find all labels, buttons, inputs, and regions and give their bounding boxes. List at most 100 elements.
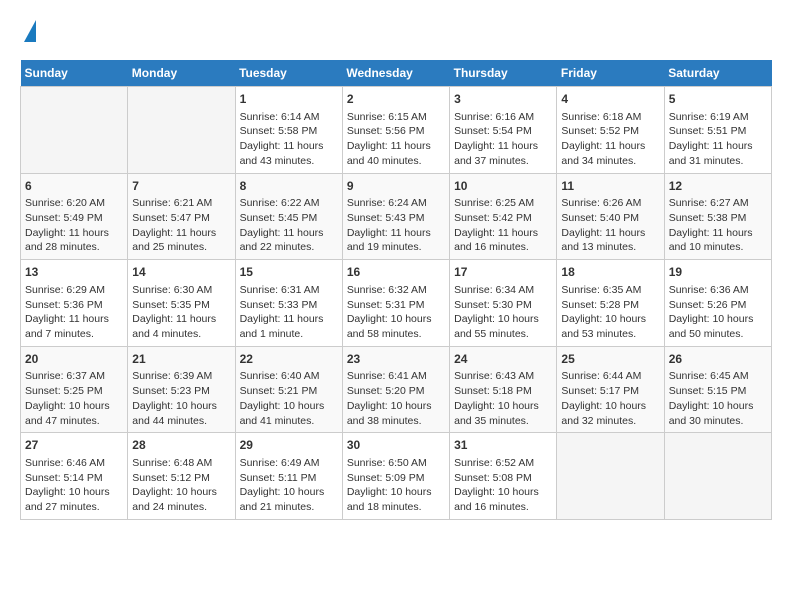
day-number: 17 [454, 264, 552, 281]
day-info: Sunrise: 6:35 AM Sunset: 5:28 PM Dayligh… [561, 283, 659, 342]
day-info: Sunrise: 6:24 AM Sunset: 5:43 PM Dayligh… [347, 196, 445, 255]
day-number: 30 [347, 437, 445, 454]
day-number: 7 [132, 178, 230, 195]
calendar-cell: 1 Sunrise: 6:14 AM Sunset: 5:58 PM Daylig… [235, 87, 342, 174]
day-number: 12 [669, 178, 767, 195]
day-number: 29 [240, 437, 338, 454]
day-number: 13 [25, 264, 123, 281]
calendar-cell: 20Sunrise: 6:37 AM Sunset: 5:25 PM Dayli… [21, 346, 128, 433]
day-info: Sunrise: 6:40 AM Sunset: 5:21 PM Dayligh… [240, 369, 338, 428]
day-info: Sunrise: 6:45 AM Sunset: 5:15 PM Dayligh… [669, 369, 767, 428]
calendar-table: SundayMondayTuesdayWednesdayThursdayFrid… [20, 60, 772, 520]
calendar-cell: 26Sunrise: 6:45 AM Sunset: 5:15 PM Dayli… [664, 346, 771, 433]
calendar-cell: 2 Sunrise: 6:15 AM Sunset: 5:56 PM Daylig… [342, 87, 449, 174]
day-number: 22 [240, 351, 338, 368]
day-number: 25 [561, 351, 659, 368]
calendar-cell: 31 Sunrise: 6:52 AM Sunset: 5:08 PM Dayli… [450, 433, 557, 520]
calendar-cell: 4 Sunrise: 6:18 AM Sunset: 5:52 PM Daylig… [557, 87, 664, 174]
day-info: Sunrise: 6:14 AM Sunset: 5:58 PM Dayligh… [240, 110, 338, 169]
day-number: 19 [669, 264, 767, 281]
calendar-cell: 24Sunrise: 6:43 AM Sunset: 5:18 PM Dayli… [450, 346, 557, 433]
day-info: Sunrise: 6:39 AM Sunset: 5:23 PM Dayligh… [132, 369, 230, 428]
page-header [20, 20, 772, 44]
day-info: Sunrise: 6:32 AM Sunset: 5:31 PM Dayligh… [347, 283, 445, 342]
day-number: 14 [132, 264, 230, 281]
calendar-cell: 10Sunrise: 6:25 AM Sunset: 5:42 PM Dayli… [450, 173, 557, 260]
calendar-cell: 25Sunrise: 6:44 AM Sunset: 5:17 PM Dayli… [557, 346, 664, 433]
logo-icon [24, 20, 36, 42]
day-number: 2 [347, 91, 445, 108]
day-number: 3 [454, 91, 552, 108]
calendar-cell: 23Sunrise: 6:41 AM Sunset: 5:20 PM Dayli… [342, 346, 449, 433]
day-number: 15 [240, 264, 338, 281]
calendar-cell: 28 Sunrise: 6:48 AM Sunset: 5:12 PM Dayli… [128, 433, 235, 520]
calendar-cell: 13 Sunrise: 6:29 AM Sunset: 5:36 PM Dayli… [21, 260, 128, 347]
day-number: 4 [561, 91, 659, 108]
day-info: Sunrise: 6:22 AM Sunset: 5:45 PM Dayligh… [240, 196, 338, 255]
calendar-cell: 14 Sunrise: 6:30 AM Sunset: 5:35 PM Dayli… [128, 260, 235, 347]
calendar-cell: 11Sunrise: 6:26 AM Sunset: 5:40 PM Dayli… [557, 173, 664, 260]
day-info: Sunrise: 6:31 AM Sunset: 5:33 PM Dayligh… [240, 283, 338, 342]
calendar-cell: 16 Sunrise: 6:32 AM Sunset: 5:31 PM Dayli… [342, 260, 449, 347]
day-number: 1 [240, 91, 338, 108]
day-info: Sunrise: 6:25 AM Sunset: 5:42 PM Dayligh… [454, 196, 552, 255]
day-info: Sunrise: 6:49 AM Sunset: 5:11 PM Dayligh… [240, 456, 338, 515]
day-number: 16 [347, 264, 445, 281]
calendar-cell: 8Sunrise: 6:22 AM Sunset: 5:45 PM Daylig… [235, 173, 342, 260]
day-info: Sunrise: 6:46 AM Sunset: 5:14 PM Dayligh… [25, 456, 123, 515]
day-info: Sunrise: 6:50 AM Sunset: 5:09 PM Dayligh… [347, 456, 445, 515]
calendar-cell: 12Sunrise: 6:27 AM Sunset: 5:38 PM Dayli… [664, 173, 771, 260]
column-header-tuesday: Tuesday [235, 60, 342, 87]
calendar-week-1: 1 Sunrise: 6:14 AM Sunset: 5:58 PM Daylig… [21, 87, 772, 174]
calendar-cell [664, 433, 771, 520]
day-number: 5 [669, 91, 767, 108]
calendar-cell: 19 Sunrise: 6:36 AM Sunset: 5:26 PM Dayli… [664, 260, 771, 347]
calendar-cell: 18 Sunrise: 6:35 AM Sunset: 5:28 PM Dayli… [557, 260, 664, 347]
day-info: Sunrise: 6:34 AM Sunset: 5:30 PM Dayligh… [454, 283, 552, 342]
calendar-cell [128, 87, 235, 174]
day-number: 8 [240, 178, 338, 195]
column-header-thursday: Thursday [450, 60, 557, 87]
column-header-saturday: Saturday [664, 60, 771, 87]
calendar-cell [557, 433, 664, 520]
column-header-wednesday: Wednesday [342, 60, 449, 87]
calendar-cell: 15 Sunrise: 6:31 AM Sunset: 5:33 PM Dayli… [235, 260, 342, 347]
calendar-cell: 22Sunrise: 6:40 AM Sunset: 5:21 PM Dayli… [235, 346, 342, 433]
column-header-friday: Friday [557, 60, 664, 87]
calendar-cell: 7Sunrise: 6:21 AM Sunset: 5:47 PM Daylig… [128, 173, 235, 260]
day-number: 28 [132, 437, 230, 454]
day-info: Sunrise: 6:21 AM Sunset: 5:47 PM Dayligh… [132, 196, 230, 255]
calendar-week-4: 20Sunrise: 6:37 AM Sunset: 5:25 PM Dayli… [21, 346, 772, 433]
calendar-cell: 9Sunrise: 6:24 AM Sunset: 5:43 PM Daylig… [342, 173, 449, 260]
day-info: Sunrise: 6:36 AM Sunset: 5:26 PM Dayligh… [669, 283, 767, 342]
day-info: Sunrise: 6:19 AM Sunset: 5:51 PM Dayligh… [669, 110, 767, 169]
day-number: 6 [25, 178, 123, 195]
column-header-monday: Monday [128, 60, 235, 87]
day-number: 18 [561, 264, 659, 281]
calendar-cell: 17 Sunrise: 6:34 AM Sunset: 5:30 PM Dayli… [450, 260, 557, 347]
calendar-week-2: 6Sunrise: 6:20 AM Sunset: 5:49 PM Daylig… [21, 173, 772, 260]
day-info: Sunrise: 6:27 AM Sunset: 5:38 PM Dayligh… [669, 196, 767, 255]
day-info: Sunrise: 6:43 AM Sunset: 5:18 PM Dayligh… [454, 369, 552, 428]
day-info: Sunrise: 6:52 AM Sunset: 5:08 PM Dayligh… [454, 456, 552, 515]
day-info: Sunrise: 6:44 AM Sunset: 5:17 PM Dayligh… [561, 369, 659, 428]
day-info: Sunrise: 6:48 AM Sunset: 5:12 PM Dayligh… [132, 456, 230, 515]
day-number: 11 [561, 178, 659, 195]
calendar-cell: 5 Sunrise: 6:19 AM Sunset: 5:51 PM Daylig… [664, 87, 771, 174]
calendar-cell: 30 Sunrise: 6:50 AM Sunset: 5:09 PM Dayli… [342, 433, 449, 520]
day-info: Sunrise: 6:29 AM Sunset: 5:36 PM Dayligh… [25, 283, 123, 342]
calendar-cell: 3 Sunrise: 6:16 AM Sunset: 5:54 PM Daylig… [450, 87, 557, 174]
day-number: 31 [454, 437, 552, 454]
day-number: 24 [454, 351, 552, 368]
day-info: Sunrise: 6:41 AM Sunset: 5:20 PM Dayligh… [347, 369, 445, 428]
day-info: Sunrise: 6:18 AM Sunset: 5:52 PM Dayligh… [561, 110, 659, 169]
day-number: 21 [132, 351, 230, 368]
day-info: Sunrise: 6:16 AM Sunset: 5:54 PM Dayligh… [454, 110, 552, 169]
day-number: 26 [669, 351, 767, 368]
day-number: 20 [25, 351, 123, 368]
logo [20, 20, 36, 44]
day-number: 9 [347, 178, 445, 195]
day-info: Sunrise: 6:30 AM Sunset: 5:35 PM Dayligh… [132, 283, 230, 342]
day-info: Sunrise: 6:15 AM Sunset: 5:56 PM Dayligh… [347, 110, 445, 169]
day-number: 23 [347, 351, 445, 368]
